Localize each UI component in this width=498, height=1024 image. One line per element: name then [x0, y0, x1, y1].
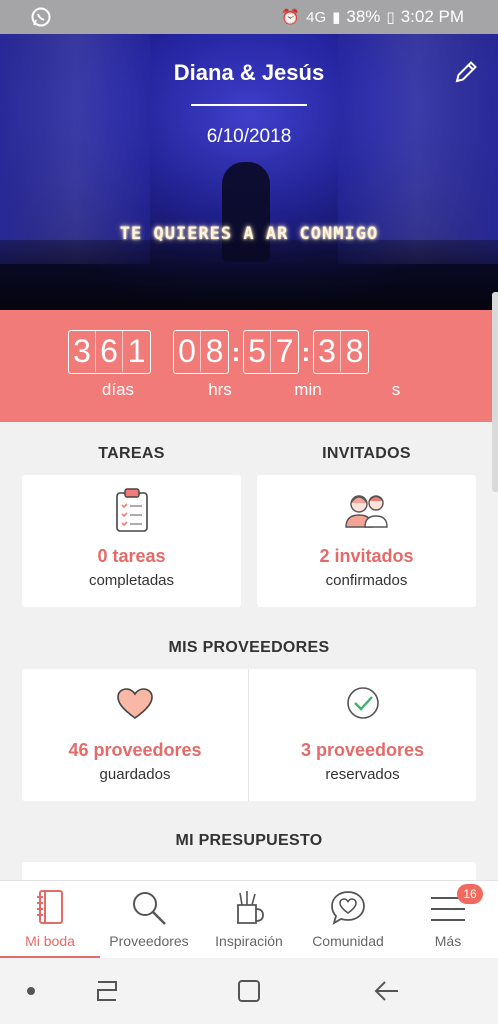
booked-vendors-label: reservados [249, 766, 476, 783]
tab-mas[interactable]: 16 Más [398, 881, 498, 959]
tasks-heading: TAREAS [22, 445, 241, 463]
days-digit: 6 [96, 331, 123, 372]
title-divider [191, 104, 307, 106]
guests-label: confirmados [257, 572, 476, 589]
couple-silhouette [222, 162, 270, 262]
system-nav-bar [0, 958, 498, 1024]
battery-icon: ▯ [386, 8, 394, 26]
clock: 3:02 PM [401, 7, 464, 27]
status-bar: ⏰ 4G ▮ 38% ▯ 3:02 PM [0, 0, 498, 34]
light-sign: TE QUIERES A AR CONMIGO [0, 224, 498, 244]
tab-comunidad[interactable]: Comunidad [298, 881, 398, 959]
recents-icon[interactable] [94, 978, 122, 1009]
wedding-date: 6/10/2018 [0, 126, 498, 148]
whatsapp-icon [30, 6, 52, 33]
countdown-panel: 3 6 1 0 8 : 5 7 : 3 8 días hrs min s [0, 310, 498, 422]
scrollbar-handle[interactable] [492, 292, 498, 492]
guests-heading: INVITADOS [257, 445, 476, 463]
pencil-icon[interactable] [452, 58, 480, 86]
hours-box: 0 8 [173, 330, 229, 374]
minutes-label: min [278, 380, 338, 400]
saved-vendors-count: 46 proveedores [22, 740, 248, 761]
saved-vendors-label: guardados [22, 766, 248, 783]
battery-percent: 38% [346, 7, 380, 27]
time-separator: : [229, 330, 243, 374]
home-icon[interactable] [236, 978, 262, 1009]
hero-banner: TE QUIERES A AR CONMIGO Diana & Jesús 6/… [0, 34, 498, 310]
booked-vendors[interactable]: 3 proveedores reservados [249, 669, 476, 801]
days-digit: 3 [69, 331, 96, 372]
signal-icon: ▮ [332, 8, 340, 26]
saved-vendors[interactable]: 46 proveedores guardados [22, 669, 248, 801]
guests-card[interactable]: 2 invitados confirmados [257, 475, 476, 607]
heart-icon [116, 687, 154, 726]
minutes-digit: 7 [271, 331, 298, 372]
couple-names: Diana & Jesús [0, 60, 498, 86]
tab-label: Comunidad [298, 933, 398, 949]
alarm-icon: ⏰ [281, 8, 300, 26]
tasks-count: 0 tareas [22, 546, 241, 567]
vendors-heading: MIS PROVEEDORES [0, 639, 498, 657]
inspiration-icon [232, 889, 266, 932]
time-separator: : [299, 330, 313, 374]
guests-count: 2 invitados [257, 546, 476, 567]
minutes-box: 5 7 [243, 330, 299, 374]
bottom-tab-bar: Mi boda Proveedores Inspiración Comunida… [0, 880, 498, 958]
signal-label: 4G [306, 9, 326, 26]
check-circle-icon [345, 685, 381, 726]
days-digit: 1 [123, 331, 150, 372]
days-box: 3 6 1 [68, 330, 151, 374]
guests-icon [343, 489, 391, 534]
notification-badge: 16 [457, 884, 483, 904]
hours-label: hrs [190, 380, 250, 400]
tab-inspiracion[interactable]: Inspiración [199, 881, 299, 959]
tab-mi-boda[interactable]: Mi boda [0, 881, 100, 959]
tasks-card[interactable]: 0 tareas completadas [22, 475, 241, 607]
vendors-card: 46 proveedores guardados 3 proveedores r… [22, 669, 476, 801]
minutes-digit: 5 [244, 331, 271, 372]
wedding-notebook-icon [34, 889, 66, 930]
community-heart-icon [329, 889, 367, 932]
tab-label: Más [398, 933, 498, 949]
seconds-box: 3 8 [313, 330, 369, 374]
tasks-label: completadas [22, 572, 241, 589]
search-icon [130, 889, 168, 932]
back-icon[interactable] [372, 978, 402, 1009]
seconds-digit: 8 [341, 331, 368, 372]
budget-heading: MI PRESUPUESTO [0, 832, 498, 850]
tab-label: Proveedores [99, 933, 199, 949]
tab-label: Mi boda [0, 933, 100, 949]
seconds-label: s [366, 380, 426, 400]
hours-digit: 8 [201, 331, 228, 372]
nav-dot-icon[interactable] [27, 987, 35, 995]
seconds-digit: 3 [314, 331, 341, 372]
hours-digit: 0 [174, 331, 201, 372]
tab-label: Inspiración [199, 933, 299, 949]
clipboard-icon [112, 487, 152, 538]
countdown-digits: 3 6 1 0 8 : 5 7 : 3 8 [68, 330, 369, 374]
days-label: días [68, 380, 168, 400]
tab-proveedores[interactable]: Proveedores [99, 881, 199, 959]
booked-vendors-count: 3 proveedores [249, 740, 476, 761]
